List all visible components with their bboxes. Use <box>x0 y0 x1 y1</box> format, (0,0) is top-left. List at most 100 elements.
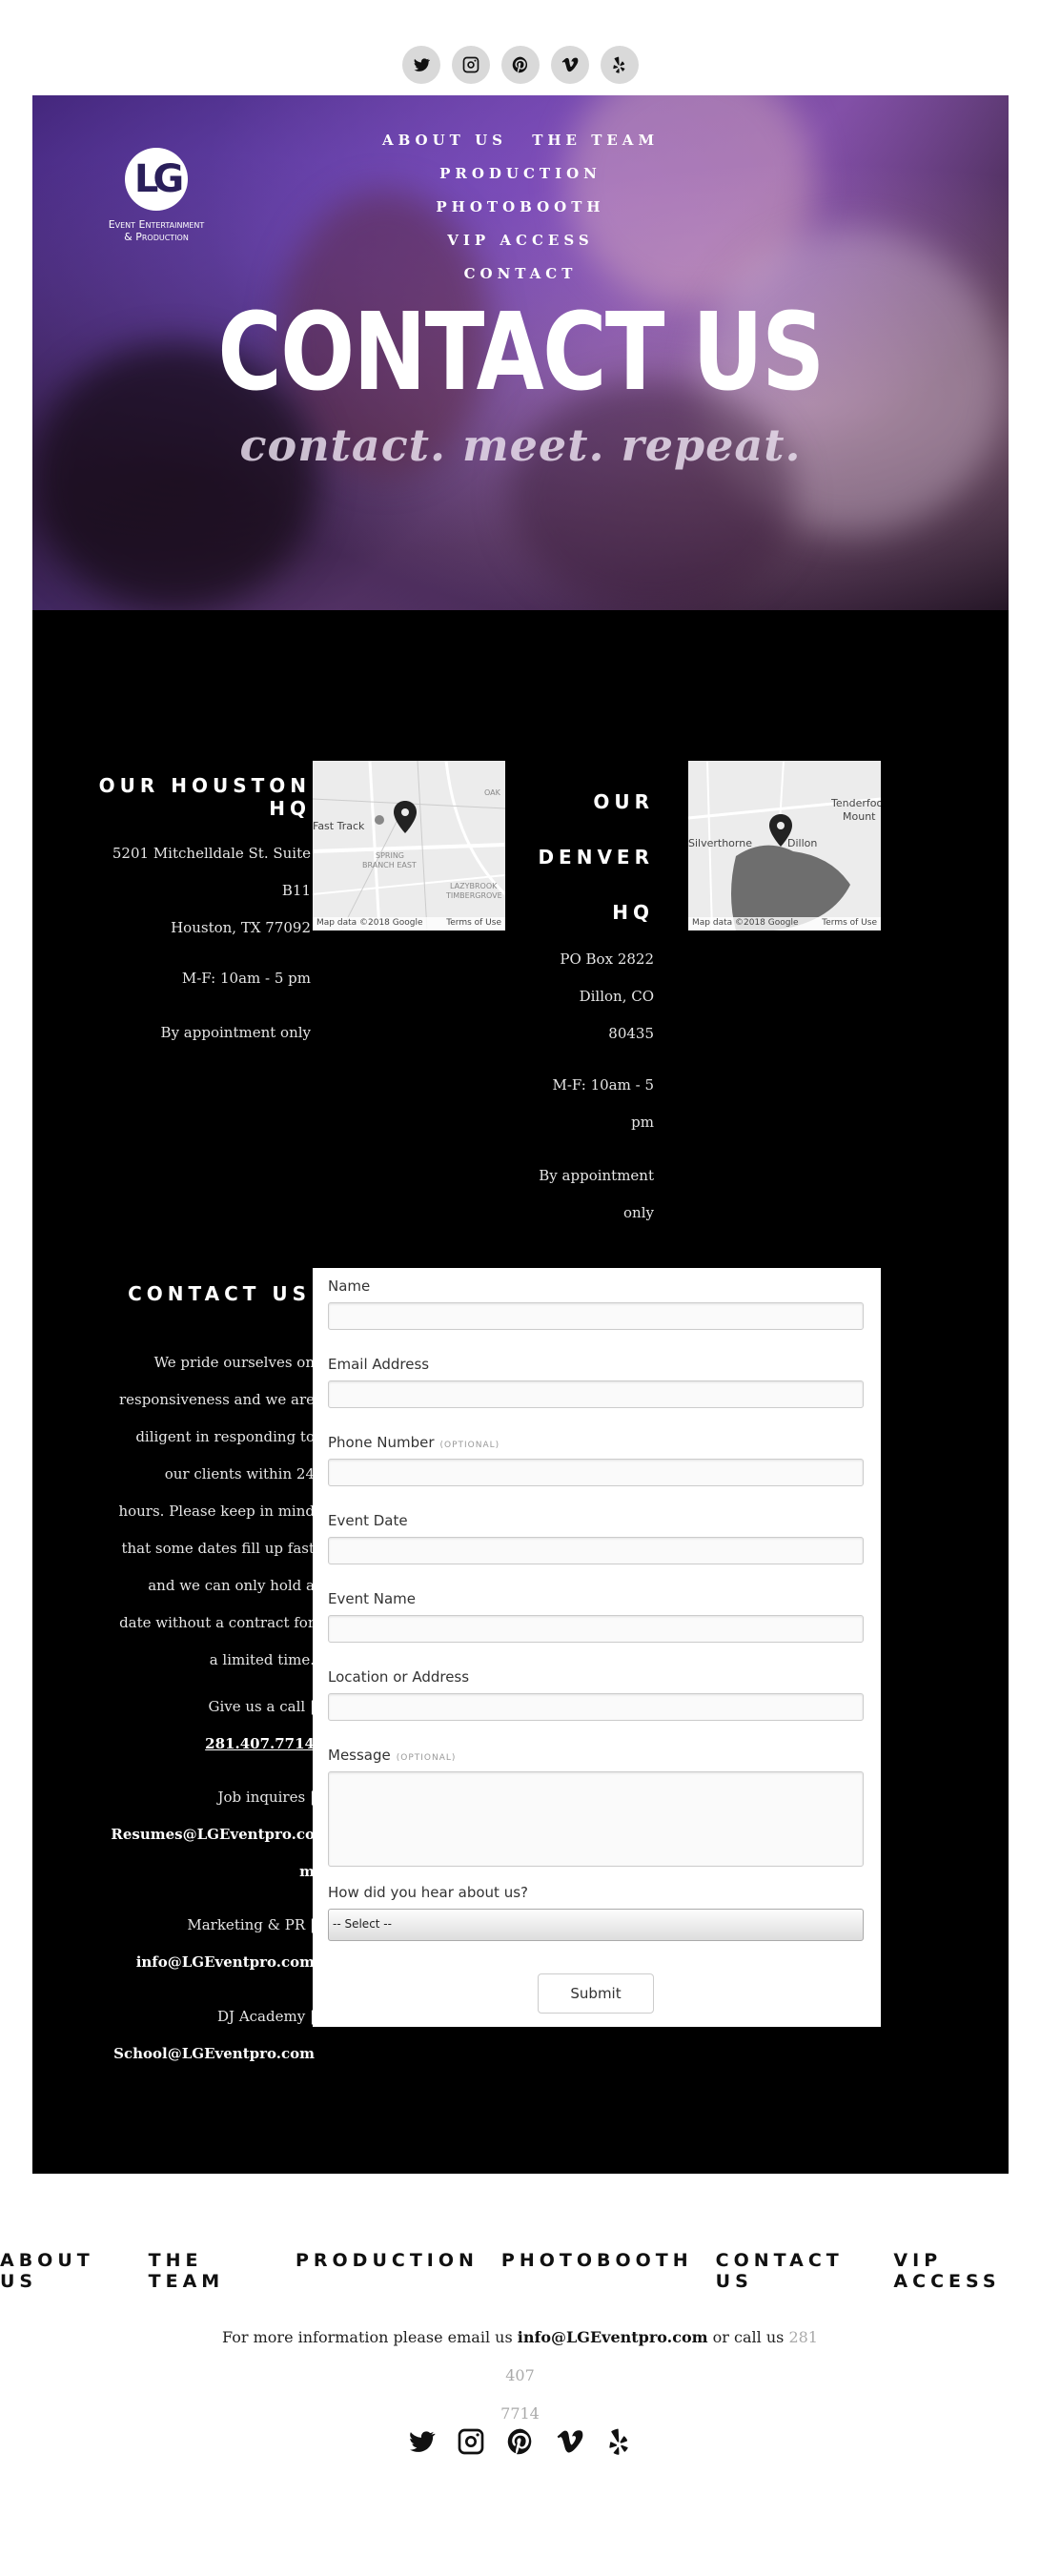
hero-nav: ABOUT US THE TEAM PRODUCTION PHOTOBOOTH … <box>32 124 1009 291</box>
event-name-input[interactable] <box>328 1615 864 1643</box>
job-label: Job inquires | <box>217 1789 316 1806</box>
location-field-group: Location or Address <box>328 1668 864 1721</box>
contact-para-line: date without a contract for <box>119 1614 315 1631</box>
yelp-icon[interactable] <box>600 46 639 84</box>
denver-map-label: Tenderfoot <box>830 797 881 809</box>
footer-nav-contact-us[interactable]: CONTACT US <box>716 2250 871 2292</box>
denver-appointment-line2: only <box>623 1204 654 1221</box>
pinterest-icon[interactable] <box>504 2425 537 2458</box>
dj-email-link[interactable]: School@LGEventpro.com <box>113 2045 315 2062</box>
contact-para-line: responsiveness and we are <box>118 1391 315 1408</box>
footer-contact-info: For more information please email us inf… <box>219 2319 821 2433</box>
message-label-text: Message <box>328 1747 391 1764</box>
hear-field-group: How did you hear about us? -- Select -- <box>328 1884 864 1941</box>
call-block: Give us a call | 281.407.7714 <box>90 1688 315 1763</box>
nav-about-us[interactable]: ABOUT US <box>382 132 507 149</box>
contact-para-line: a limited time. <box>209 1651 315 1668</box>
job-block: Job inquires | Resumes@LGEventpro.co m <box>90 1779 315 1891</box>
phone-link[interactable]: 281.407.7714 <box>205 1735 315 1752</box>
footer-social-bar <box>0 2425 1040 2458</box>
optional-tag: (OPTIONAL) <box>396 1753 457 1763</box>
instagram-icon[interactable] <box>455 2425 487 2458</box>
footer-nav: ABOUT US THE TEAM PRODUCTION PHOTOBOOTH … <box>0 2250 1040 2292</box>
nav-contact[interactable]: CONTACT <box>464 265 578 282</box>
houston-map-data: Map data ©2018 Google <box>316 918 423 928</box>
denver-heading: OUR DENVER HQ <box>452 774 654 940</box>
marketing-email-link[interactable]: info@LGEventpro.com <box>136 1953 315 1971</box>
footer-email-link[interactable]: info@LGEventpro.com <box>518 2328 708 2346</box>
pinterest-icon[interactable] <box>500 46 540 84</box>
twitter-icon[interactable] <box>405 2425 438 2458</box>
hear-select[interactable]: -- Select -- <box>328 1909 864 1941</box>
yelp-icon[interactable] <box>603 2425 636 2458</box>
name-label: Name <box>328 1278 371 1295</box>
footer-nav-photobooth[interactable]: PHOTOBOOTH <box>501 2250 693 2292</box>
nav-the-team[interactable]: THE TEAM <box>532 132 659 149</box>
submit-button[interactable]: Submit <box>538 1973 654 2014</box>
houston-hours: M-F: 10am - 5 pm <box>181 970 311 987</box>
denver-address: PO Box 2822 Dillon, CO 80435 <box>452 941 654 1053</box>
nav-photobooth[interactable]: PHOTOBOOTH <box>436 198 604 215</box>
event-date-input[interactable] <box>328 1537 864 1564</box>
denver-appointment-line1: By appointment <box>539 1167 654 1184</box>
dj-block: DJ Academy | School@LGEventpro.com <box>90 1998 315 2073</box>
contact-heading: CONTACT US <box>128 1282 311 1305</box>
contact-para-line: diligent in responding to <box>135 1428 315 1445</box>
marketing-block: Marketing & PR | info@LGEventpro.com <box>90 1907 315 1981</box>
name-field-group: Name <box>328 1278 864 1330</box>
denver-heading-line3: HQ <box>612 901 654 924</box>
denver-map-terms[interactable]: Terms of Use <box>822 918 877 930</box>
houston-address-line3: Houston, TX 77092 <box>171 919 311 936</box>
nav-production[interactable]: PRODUCTION <box>439 165 602 182</box>
message-label: Message (OPTIONAL) <box>328 1747 864 1764</box>
instagram-icon[interactable] <box>451 46 490 84</box>
denver-heading-line2: DENVER <box>538 846 654 869</box>
footer-info-mid: or call us <box>707 2328 789 2346</box>
event-date-label: Event Date <box>328 1512 408 1529</box>
event-date-field-group: Event Date <box>328 1512 864 1564</box>
nav-vip-access[interactable]: VIP ACCESS <box>447 232 593 249</box>
event-name-field-group: Event Name <box>328 1590 864 1643</box>
denver-map-label: Dillon <box>787 837 817 849</box>
message-textarea[interactable] <box>328 1771 864 1867</box>
contact-para-line: We pride ourselves on <box>153 1354 315 1371</box>
footer-phone-link-cont[interactable]: 7714 <box>500 2404 540 2423</box>
vimeo-icon[interactable] <box>550 46 589 84</box>
event-name-label: Event Name <box>328 1590 416 1607</box>
denver-hours-line2: pm <box>631 1114 654 1131</box>
footer-nav-about-us[interactable]: ABOUT US <box>0 2250 126 2292</box>
hero-banner: LG Event Entertainment & Production ABOU… <box>32 95 1009 610</box>
denver-address-line2: Dillon, CO <box>579 988 654 1005</box>
marketing-label: Marketing & PR | <box>187 1916 315 1933</box>
job-email-link[interactable]: Resumes@LGEventpro.co <box>111 1826 315 1843</box>
footer-nav-vip-access[interactable]: VIP ACCESS <box>893 2250 1040 2292</box>
name-input[interactable] <box>328 1302 864 1330</box>
phone-label-text: Phone Number <box>328 1434 435 1451</box>
message-field-group: Message (OPTIONAL) <box>328 1747 864 1867</box>
denver-map-footer: Map data ©2018 Google Terms of Use <box>688 917 881 930</box>
footer-nav-production[interactable]: PRODUCTION <box>296 2250 479 2292</box>
footer-info-prefix: For more information please email us <box>222 2328 518 2346</box>
footer-nav-the-team[interactable]: THE TEAM <box>149 2250 273 2292</box>
denver-map[interactable]: Silverthorne Dillon Tenderfoot Mount Map… <box>688 761 881 930</box>
houston-map-label: SPRING <box>376 851 404 860</box>
email-field-group: Email Address <box>328 1356 864 1408</box>
call-label: Give us a call | <box>208 1698 316 1715</box>
vimeo-icon[interactable] <box>554 2425 586 2458</box>
denver-hours-line1: M-F: 10am - 5 <box>552 1076 654 1094</box>
hear-label: How did you hear about us? <box>328 1884 528 1901</box>
location-input[interactable] <box>328 1693 864 1721</box>
top-social-bar <box>0 46 1040 84</box>
page-title: CONTACT US <box>217 291 825 415</box>
email-input[interactable] <box>328 1380 864 1408</box>
denver-address-line1: PO Box 2822 <box>560 951 654 968</box>
denver-appointment: By appointment only <box>452 1157 654 1232</box>
contact-para-line: that some dates fill up fast <box>121 1540 315 1557</box>
optional-tag: (OPTIONAL) <box>439 1441 500 1450</box>
email-label: Email Address <box>328 1356 430 1373</box>
twitter-icon[interactable] <box>401 46 440 84</box>
phone-input[interactable] <box>328 1459 864 1486</box>
contact-para-line: and we can only hold a <box>148 1577 315 1594</box>
dj-label: DJ Academy | <box>217 2008 315 2025</box>
phone-label: Phone Number (OPTIONAL) <box>328 1434 864 1451</box>
